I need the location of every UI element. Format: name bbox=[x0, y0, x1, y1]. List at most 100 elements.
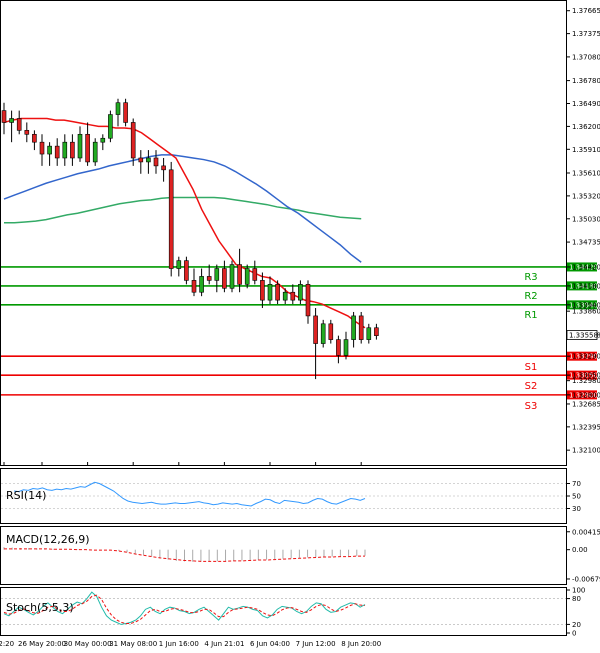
candle-down bbox=[206, 276, 212, 281]
candle-down bbox=[222, 268, 227, 289]
y-tick-label: 1.33860 bbox=[572, 308, 600, 316]
y-tick-label: 1.36780 bbox=[572, 77, 600, 85]
x-tick-label: 26 May 20:00 bbox=[18, 640, 66, 648]
y-tick-label: 1.35320 bbox=[572, 192, 600, 200]
candle-up bbox=[229, 264, 235, 289]
y-tick-label: 1.32800 bbox=[572, 391, 600, 399]
chart-canvas: 1.34420R31.34180R21.33940R11.33290S11.33… bbox=[0, 0, 600, 648]
y-tick-label: 1.33290 bbox=[572, 353, 600, 361]
y-tick-label: 1.34420 bbox=[572, 263, 600, 271]
x-tick-label: 30 May 00:00 bbox=[64, 640, 112, 648]
candle-down bbox=[138, 157, 144, 163]
candle-down bbox=[39, 141, 45, 155]
candle-up bbox=[115, 102, 121, 115]
candle-down bbox=[70, 141, 75, 159]
candle-down bbox=[191, 280, 197, 293]
candle-down bbox=[54, 145, 60, 159]
candle-down bbox=[336, 339, 341, 356]
candle-down bbox=[313, 315, 318, 344]
stoch-tick-label: 80 bbox=[572, 595, 581, 603]
x-tick-label: 7 Jun 12:00 bbox=[296, 640, 336, 648]
x-tick-label: 1 Jun 16:00 bbox=[159, 640, 199, 648]
macd-tick-label: 0.004158 bbox=[572, 528, 600, 536]
candle-down bbox=[32, 133, 37, 143]
candle-down bbox=[305, 284, 311, 317]
macd-title: MACD(12,26,9) bbox=[6, 533, 90, 546]
y-tick-label: 1.32685 bbox=[572, 400, 600, 408]
level-name-s3: S3 bbox=[525, 401, 538, 412]
candle-down bbox=[168, 169, 174, 269]
x-tick-label: 31 May 08:00 bbox=[109, 640, 157, 648]
y-tick-label: 1.34180 bbox=[572, 282, 600, 290]
candle-down bbox=[123, 102, 128, 123]
candle-up bbox=[62, 141, 68, 159]
candle-up bbox=[214, 268, 220, 281]
rsi-tick-label: 50 bbox=[572, 493, 581, 501]
candle-up bbox=[320, 323, 326, 344]
candle-up bbox=[47, 145, 52, 155]
candle-down bbox=[130, 122, 136, 159]
candle-up bbox=[92, 141, 98, 163]
stoch-title: Stoch(5,5,3) bbox=[6, 601, 74, 614]
candle-up bbox=[298, 284, 303, 301]
y-tick-label: 1.35610 bbox=[572, 169, 600, 177]
candle-down bbox=[184, 260, 189, 281]
y-tick-label: 1.34735 bbox=[572, 239, 600, 247]
macd-tick-label: 0.00 bbox=[572, 546, 588, 554]
rsi-title: RSI(14) bbox=[6, 489, 46, 502]
candle-up bbox=[282, 291, 288, 301]
x-tick-label: 12:20 bbox=[0, 640, 14, 648]
candle-up bbox=[267, 284, 273, 301]
level-name-r1: R1 bbox=[524, 310, 537, 321]
candle-down bbox=[237, 264, 242, 285]
y-tick-label: 1.37375 bbox=[572, 30, 600, 38]
rsi-tick-label: 30 bbox=[572, 505, 581, 513]
level-name-s1: S1 bbox=[525, 362, 538, 373]
candle-down bbox=[153, 157, 159, 167]
candle-down bbox=[328, 323, 334, 340]
candle-up bbox=[343, 339, 349, 356]
y-tick-label: 1.32980 bbox=[572, 377, 600, 385]
candle-down bbox=[85, 133, 90, 163]
candle-down bbox=[161, 165, 166, 171]
y-tick-label: 1.35910 bbox=[572, 146, 600, 154]
candle-down bbox=[358, 315, 364, 340]
candle-up bbox=[108, 114, 113, 139]
stoch-tick-label: 0 bbox=[572, 630, 576, 638]
candle-down bbox=[275, 284, 280, 301]
y-tick-label: 1.36200 bbox=[572, 123, 600, 131]
y-tick-label: 1.37665 bbox=[572, 7, 600, 15]
macd-tick-label: -0.006798 bbox=[572, 575, 600, 583]
y-tick-label: 1.36490 bbox=[572, 100, 600, 108]
candle-down bbox=[1, 110, 7, 123]
candle-up bbox=[244, 268, 250, 285]
candle-up bbox=[366, 327, 372, 340]
candle-up bbox=[77, 133, 83, 159]
x-tick-label: 4 Jun 21:01 bbox=[204, 640, 244, 648]
stoch-panel bbox=[0, 587, 567, 636]
candle-up bbox=[9, 118, 14, 123]
candle-down bbox=[252, 268, 258, 281]
stoch-tick-label: 100 bbox=[572, 587, 585, 595]
rsi-tick-label: 70 bbox=[572, 480, 581, 488]
candle-up bbox=[351, 315, 356, 340]
candle-down bbox=[16, 118, 22, 131]
candle-up bbox=[146, 157, 151, 163]
y-tick-label: 1.32100 bbox=[572, 447, 600, 455]
y-tick-label: 1.35030 bbox=[572, 215, 600, 223]
candle-up bbox=[100, 137, 106, 143]
current-price-text: 1.33558 bbox=[569, 332, 598, 340]
candle-down bbox=[290, 291, 296, 301]
level-name-r3: R3 bbox=[524, 272, 537, 283]
y-tick-label: 1.37080 bbox=[572, 53, 600, 61]
x-tick-label: 8 Jun 20:00 bbox=[341, 640, 381, 648]
level-name-r2: R2 bbox=[524, 291, 537, 302]
candle-up bbox=[176, 260, 182, 269]
candle-down bbox=[374, 327, 379, 336]
candle-down bbox=[260, 280, 265, 301]
main-panel bbox=[0, 0, 567, 466]
level-name-s2: S2 bbox=[525, 381, 538, 392]
stoch-tick-label: 20 bbox=[572, 621, 581, 629]
candle-up bbox=[199, 276, 204, 293]
y-tick-label: 1.32395 bbox=[572, 423, 600, 431]
